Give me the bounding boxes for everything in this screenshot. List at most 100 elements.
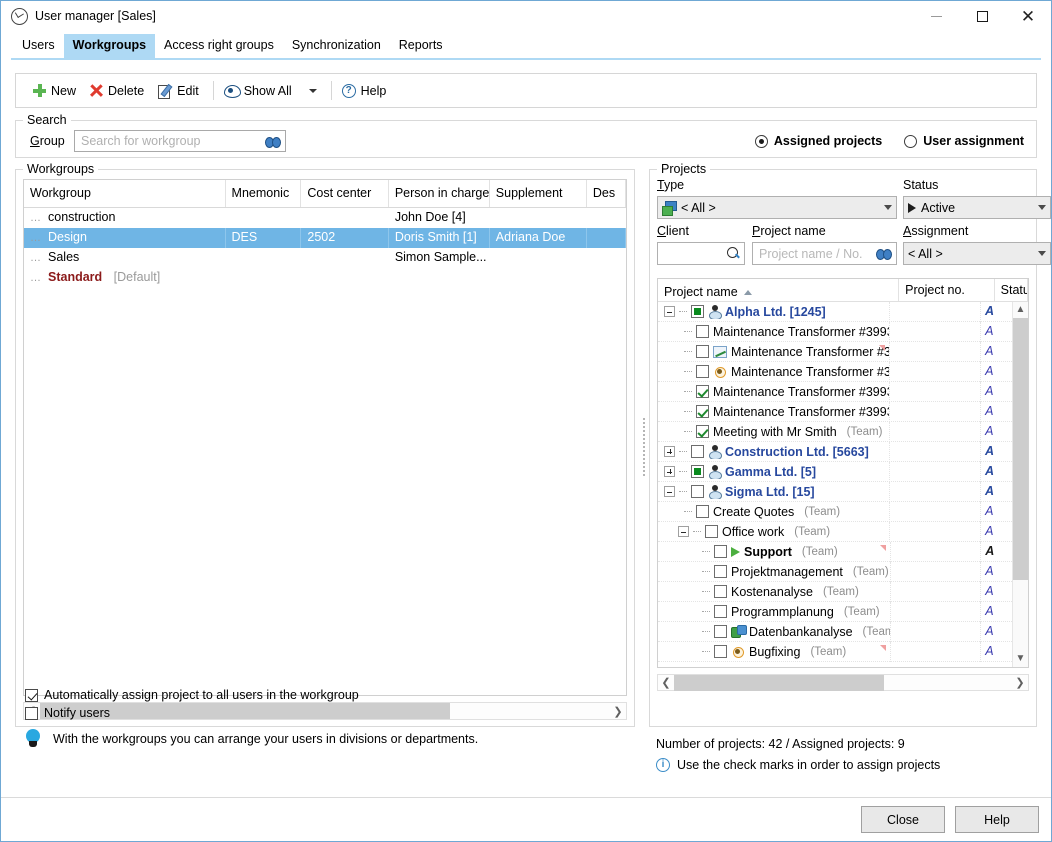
scroll-down-icon[interactable]: ▼ xyxy=(1013,651,1028,667)
table-row[interactable]: …Design DES 2502 Doris Smith [1] Adriana… xyxy=(24,228,626,248)
assignment-combobox[interactable]: < All > xyxy=(903,242,1051,265)
table-row[interactable]: …construction John Doe [4] xyxy=(24,208,626,228)
tree-row[interactable]: Programmplanung (Team) A xyxy=(658,602,1012,622)
tab-bar: Users Workgroups Access right groups Syn… xyxy=(1,32,1051,58)
checkbox-unchecked[interactable] xyxy=(714,585,727,598)
notify-users-checkbox-row[interactable]: Notify users xyxy=(25,706,725,720)
checkbox-unchecked[interactable] xyxy=(705,525,718,538)
type-combobox[interactable]: < All > xyxy=(657,196,897,219)
checkbox-checked[interactable] xyxy=(696,425,709,438)
tab-access-right-groups[interactable]: Access right groups xyxy=(155,34,283,58)
tree-row[interactable]: Meeting with Mr Smith (Team) A xyxy=(658,422,1012,442)
checkbox-unchecked[interactable] xyxy=(696,345,709,358)
binoculars-icon[interactable] xyxy=(876,248,892,259)
tree-row[interactable]: Datenbankanalyse (Team) A xyxy=(658,622,1012,642)
column-header-supplement[interactable]: Supplement xyxy=(490,180,587,207)
checkbox-unchecked[interactable] xyxy=(691,485,704,498)
checkbox-checked[interactable] xyxy=(696,405,709,418)
help-button[interactable]: ? Help xyxy=(337,81,396,101)
checkbox-unchecked[interactable] xyxy=(696,365,709,378)
checkbox-unchecked[interactable] xyxy=(714,545,727,558)
edit-button[interactable]: Edit xyxy=(153,81,208,101)
help-footer-button[interactable]: Help xyxy=(955,806,1039,833)
auto-assign-checkbox[interactable] xyxy=(25,689,38,702)
checkbox-unchecked[interactable] xyxy=(714,565,727,578)
tree-row[interactable]: Projektmanagement (Team) A xyxy=(658,562,1012,582)
tree-row-name: Maintenance Transformer #3993 ... xyxy=(658,325,889,339)
column-header-project-name[interactable]: Project name xyxy=(658,279,899,301)
projects-vertical-scrollbar[interactable]: ▲ ▼ xyxy=(1012,302,1028,667)
table-row[interactable]: …Standard [Default] xyxy=(24,268,626,288)
tree-row[interactable]: Alpha Ltd. [1245] A xyxy=(658,302,1012,322)
client-input[interactable] xyxy=(662,246,727,262)
column-header-person-in-charge[interactable]: Person in charge xyxy=(389,180,490,207)
panel-splitter[interactable] xyxy=(641,173,647,723)
tree-row[interactable]: Gamma Ltd. [5] A xyxy=(658,462,1012,482)
search-input[interactable] xyxy=(79,133,265,149)
collapse-icon[interactable] xyxy=(678,526,689,537)
tree-row[interactable]: Kostenanalyse (Team) A xyxy=(658,582,1012,602)
scroll-thumb[interactable] xyxy=(1013,318,1028,580)
collapse-icon[interactable] xyxy=(664,486,675,497)
radio-assigned-projects[interactable]: Assigned projects xyxy=(755,134,882,148)
project-name-input-wrapper[interactable] xyxy=(752,242,897,265)
show-all-button[interactable]: Show All xyxy=(219,81,301,101)
status-combobox[interactable]: Active xyxy=(903,196,1051,219)
binoculars-icon[interactable] xyxy=(265,136,281,147)
tree-row[interactable]: Maintenance Transformer #3993 ... A xyxy=(658,402,1012,422)
tree-row-label: Bugfixing xyxy=(749,645,800,659)
scroll-up-icon[interactable]: ▲ xyxy=(1013,302,1028,318)
table-row[interactable]: …Sales Simon Sample... xyxy=(24,248,626,268)
delete-button[interactable]: Delete xyxy=(85,81,153,101)
search-icon[interactable] xyxy=(727,247,740,260)
status-label: Status xyxy=(903,178,938,192)
tree-row[interactable]: Maintenance Transformer #3... A xyxy=(658,362,1012,382)
tab-users[interactable]: Users xyxy=(13,34,64,58)
close-button[interactable]: Close xyxy=(861,806,945,833)
close-icon[interactable]: ✕ xyxy=(1005,1,1051,32)
column-header-project-no[interactable]: Project no. xyxy=(899,279,995,301)
column-header-des[interactable]: Des xyxy=(587,180,626,207)
tree-row[interactable]: Support (Team) A xyxy=(658,542,1012,562)
checkbox-checked[interactable] xyxy=(696,385,709,398)
column-header-cost-center[interactable]: Cost center xyxy=(301,180,388,207)
show-all-dropdown-button[interactable] xyxy=(301,86,326,96)
checkbox-partial[interactable] xyxy=(691,465,704,478)
scroll-right-icon[interactable]: ❯ xyxy=(1012,676,1028,689)
checkbox-unchecked[interactable] xyxy=(696,325,709,338)
tree-row[interactable]: Construction Ltd. [5663] A xyxy=(658,442,1012,462)
minimize-button[interactable] xyxy=(913,1,959,32)
auto-assign-checkbox-row[interactable]: Automatically assign project to all user… xyxy=(25,688,725,702)
tree-row[interactable]: Maintenance Transformer #3993 ... A xyxy=(658,382,1012,402)
column-header-mnemonic[interactable]: Mnemonic xyxy=(226,180,302,207)
client-input-wrapper[interactable] xyxy=(657,242,745,265)
tree-row[interactable]: Create Quotes (Team) A xyxy=(658,502,1012,522)
new-button[interactable]: New xyxy=(28,81,85,101)
tab-synchronization[interactable]: Synchronization xyxy=(283,34,390,58)
expand-icon[interactable] xyxy=(664,446,675,457)
radio-user-assignment[interactable]: User assignment xyxy=(904,134,1024,148)
tab-workgroups[interactable]: Workgroups xyxy=(64,34,155,58)
notify-users-checkbox[interactable] xyxy=(25,707,38,720)
tab-reports[interactable]: Reports xyxy=(390,34,452,58)
checkbox-partial[interactable] xyxy=(691,305,704,318)
tree-row[interactable]: Office work (Team) A xyxy=(658,522,1012,542)
checkbox-unchecked[interactable] xyxy=(714,605,727,618)
edit-label: Edit xyxy=(177,84,199,98)
checkbox-unchecked[interactable] xyxy=(714,645,727,658)
column-header-status[interactable]: Statu xyxy=(995,279,1028,301)
checkbox-unchecked[interactable] xyxy=(691,445,704,458)
search-input-wrapper[interactable] xyxy=(74,130,286,152)
checkbox-unchecked[interactable] xyxy=(696,505,709,518)
maximize-button[interactable] xyxy=(959,1,1005,32)
tree-row[interactable]: Maintenance Transformer #3... A xyxy=(658,342,1012,362)
checkbox-unchecked[interactable] xyxy=(714,625,727,638)
tree-row[interactable]: Maintenance Transformer #3993 ... A xyxy=(658,322,1012,342)
tree-row[interactable]: Sigma Ltd. [15] A xyxy=(658,482,1012,502)
tree-row-tag: (Team) xyxy=(844,606,880,618)
column-header-workgroup[interactable]: Workgroup xyxy=(24,180,226,207)
tree-row[interactable]: Bugfixing (Team) A xyxy=(658,642,1012,662)
collapse-icon[interactable] xyxy=(664,306,675,317)
expand-icon[interactable] xyxy=(664,466,675,477)
project-name-input[interactable] xyxy=(757,246,876,262)
